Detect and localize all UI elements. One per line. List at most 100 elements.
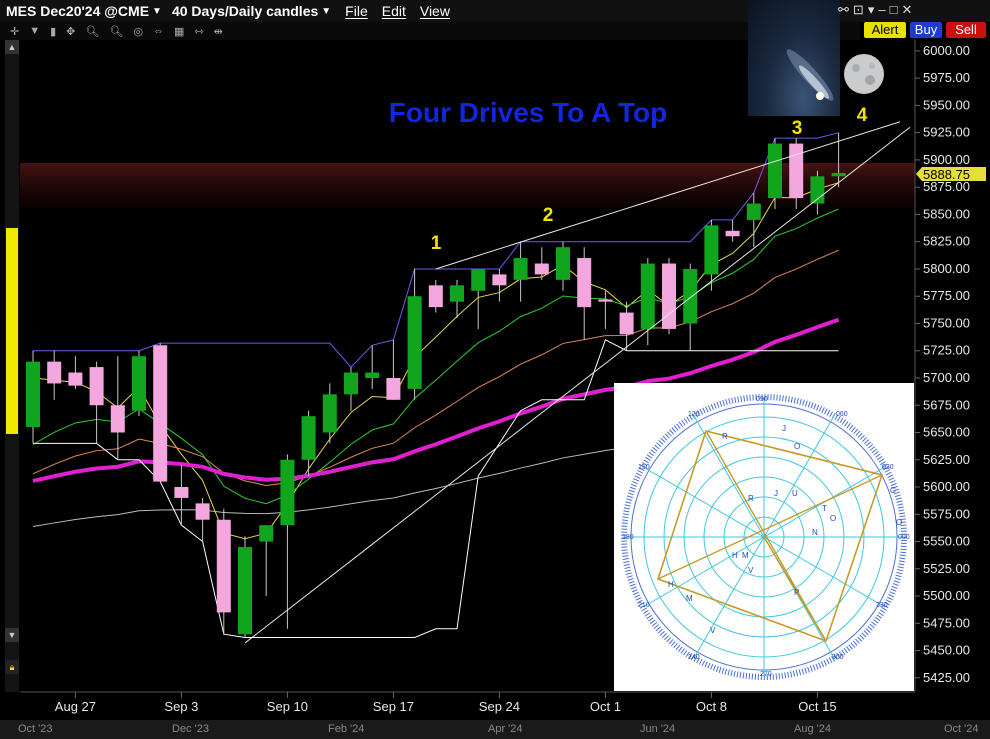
svg-text:270: 270 xyxy=(760,671,772,678)
x-tick-label: Aug 27 xyxy=(55,699,96,714)
dropdown-icon[interactable]: ▼ xyxy=(29,25,40,37)
y-tick-label: 5750.00 xyxy=(923,315,970,330)
nav-tick: Dec '23 xyxy=(172,723,209,735)
pointer-tool-icon[interactable]: ✥ xyxy=(66,25,75,38)
nav-tick: Oct '24 xyxy=(944,723,979,735)
y-tick-label: 5975.00 xyxy=(923,70,970,85)
x-tick-label: Oct 15 xyxy=(798,699,836,714)
drive-label-4: 4 xyxy=(857,105,868,126)
svg-text:U: U xyxy=(792,489,798,498)
candle-body xyxy=(407,296,422,389)
sell-button[interactable]: Sell xyxy=(946,22,986,38)
maximize-icon[interactable]: □ xyxy=(890,2,898,18)
pattern-annotation: Four Drives To A Top xyxy=(389,97,667,128)
y-tick-label: 5425.00 xyxy=(923,670,970,685)
candle xyxy=(280,454,295,629)
menu-file[interactable]: File xyxy=(345,3,368,19)
moon-icon xyxy=(844,54,884,94)
svg-text:060: 060 xyxy=(836,411,848,418)
candle-body xyxy=(428,285,443,308)
vertical-scrollbar[interactable]: ▲ ▼ 🔒︎ xyxy=(5,40,19,692)
minimize-icon[interactable]: – xyxy=(878,2,885,18)
nav-tick: Oct '23 xyxy=(18,723,53,735)
svg-text:M: M xyxy=(742,551,749,560)
y-tick-label: 5950.00 xyxy=(923,97,970,112)
candle-body xyxy=(704,225,719,275)
buy-button[interactable]: Buy xyxy=(910,22,942,38)
crosshair-tool-icon[interactable]: ✛ xyxy=(10,25,19,38)
candle-body xyxy=(322,394,337,433)
candle xyxy=(47,350,62,400)
candle-body xyxy=(195,503,210,520)
candle xyxy=(556,241,570,291)
svg-text:R: R xyxy=(722,432,728,441)
candle-body xyxy=(513,258,528,280)
nav-tick: Feb '24 xyxy=(328,723,365,735)
svg-text:R: R xyxy=(748,494,754,503)
y-tick-label: 5850.00 xyxy=(923,206,970,221)
trading-window: MES Dec20'24 @CME ▼ 40 Days/Daily candles… xyxy=(0,0,990,739)
nav-tick: Aug '24 xyxy=(794,723,831,735)
candle-body xyxy=(174,487,189,498)
alert-button[interactable]: Alert xyxy=(864,22,906,38)
candle-body xyxy=(110,405,125,433)
x-tick-label: Sep 17 xyxy=(373,699,414,714)
fit-icon[interactable]: ⇔ xyxy=(153,25,164,37)
scroll-up-arrow-icon[interactable]: ▲ xyxy=(5,40,19,54)
close-icon[interactable]: ✕ xyxy=(901,2,912,18)
candle xyxy=(195,497,210,542)
link-icon[interactable]: ⚯ xyxy=(838,2,849,18)
menu-view[interactable]: View xyxy=(420,3,450,19)
price-axis[interactable]: 6000.005975.005950.005925.005900.005875.… xyxy=(915,43,970,685)
period-selector[interactable]: 40 Days/Daily candles ▼ xyxy=(172,3,331,19)
y-tick-label: 5675.00 xyxy=(923,397,970,412)
svg-text:C: C xyxy=(890,486,896,495)
split-icon[interactable]: ⇿ xyxy=(194,25,203,38)
zoom-icon[interactable]: 🔍︎ xyxy=(85,25,99,38)
candle-body xyxy=(280,459,295,526)
target-icon[interactable]: ◎ xyxy=(133,25,143,38)
symbol-selector[interactable]: MES Dec20'24 @CME ▼ xyxy=(6,3,162,19)
timeline-navigator[interactable]: Oct '23 Dec '23 Feb '24 Apr '24 Jun '24 … xyxy=(0,720,990,739)
chevron-down-icon[interactable]: ▾ xyxy=(868,2,875,18)
svg-text:030: 030 xyxy=(882,464,894,471)
svg-text:N: N xyxy=(812,528,818,537)
lock-icon[interactable]: ⊡ xyxy=(853,2,864,18)
candle-body xyxy=(47,361,62,384)
svg-text:210: 210 xyxy=(638,602,650,609)
x-tick-label: Sep 10 xyxy=(267,699,308,714)
nav-tick: Apr '24 xyxy=(488,723,523,735)
svg-text:000: 000 xyxy=(898,534,910,541)
expand-icon[interactable]: ⇹ xyxy=(214,25,223,38)
candle xyxy=(471,268,486,329)
x-tick-label: Sep 24 xyxy=(479,699,520,714)
bar-tool-icon[interactable]: ▮ xyxy=(50,25,56,38)
menu-edit[interactable]: Edit xyxy=(382,3,406,19)
lock-icon[interactable]: 🔒︎ xyxy=(5,660,19,674)
candle-body xyxy=(471,268,486,291)
svg-text:P: P xyxy=(794,588,799,597)
y-tick-label: 5825.00 xyxy=(923,234,970,249)
svg-text:120: 120 xyxy=(688,411,700,418)
candle-body xyxy=(344,372,358,395)
chart-toolbar: ✛ ▼ ▮ ✥ 🔍︎ 🔍︎ ◎ ⇔ ▦ ⇿ ⇹ xyxy=(0,22,860,40)
y-tick-label: 5525.00 xyxy=(923,561,970,576)
candle-body xyxy=(153,345,168,482)
y-tick-label: 5575.00 xyxy=(923,506,970,521)
candle-body xyxy=(259,525,274,542)
candle xyxy=(344,367,358,411)
candle-body xyxy=(216,519,231,613)
candle xyxy=(407,268,422,400)
candle xyxy=(598,290,613,329)
svg-text:300: 300 xyxy=(832,654,844,661)
candle xyxy=(725,219,740,242)
time-axis[interactable]: Aug 27 Sep 3 Sep 10 Sep 17 Sep 24 Oct 1 Oct 8 O… xyxy=(55,692,837,714)
y-tick-label: 5800.00 xyxy=(923,261,970,276)
candle xyxy=(301,410,316,477)
svg-text:H: H xyxy=(732,551,738,560)
candle xyxy=(428,279,443,313)
grid-icon[interactable]: ▦ xyxy=(174,25,184,38)
zoom-out-icon[interactable]: 🔍︎ xyxy=(109,25,123,38)
scroll-down-arrow-icon[interactable]: ▼ xyxy=(5,628,19,642)
scrollbar-thumb[interactable] xyxy=(6,228,18,434)
